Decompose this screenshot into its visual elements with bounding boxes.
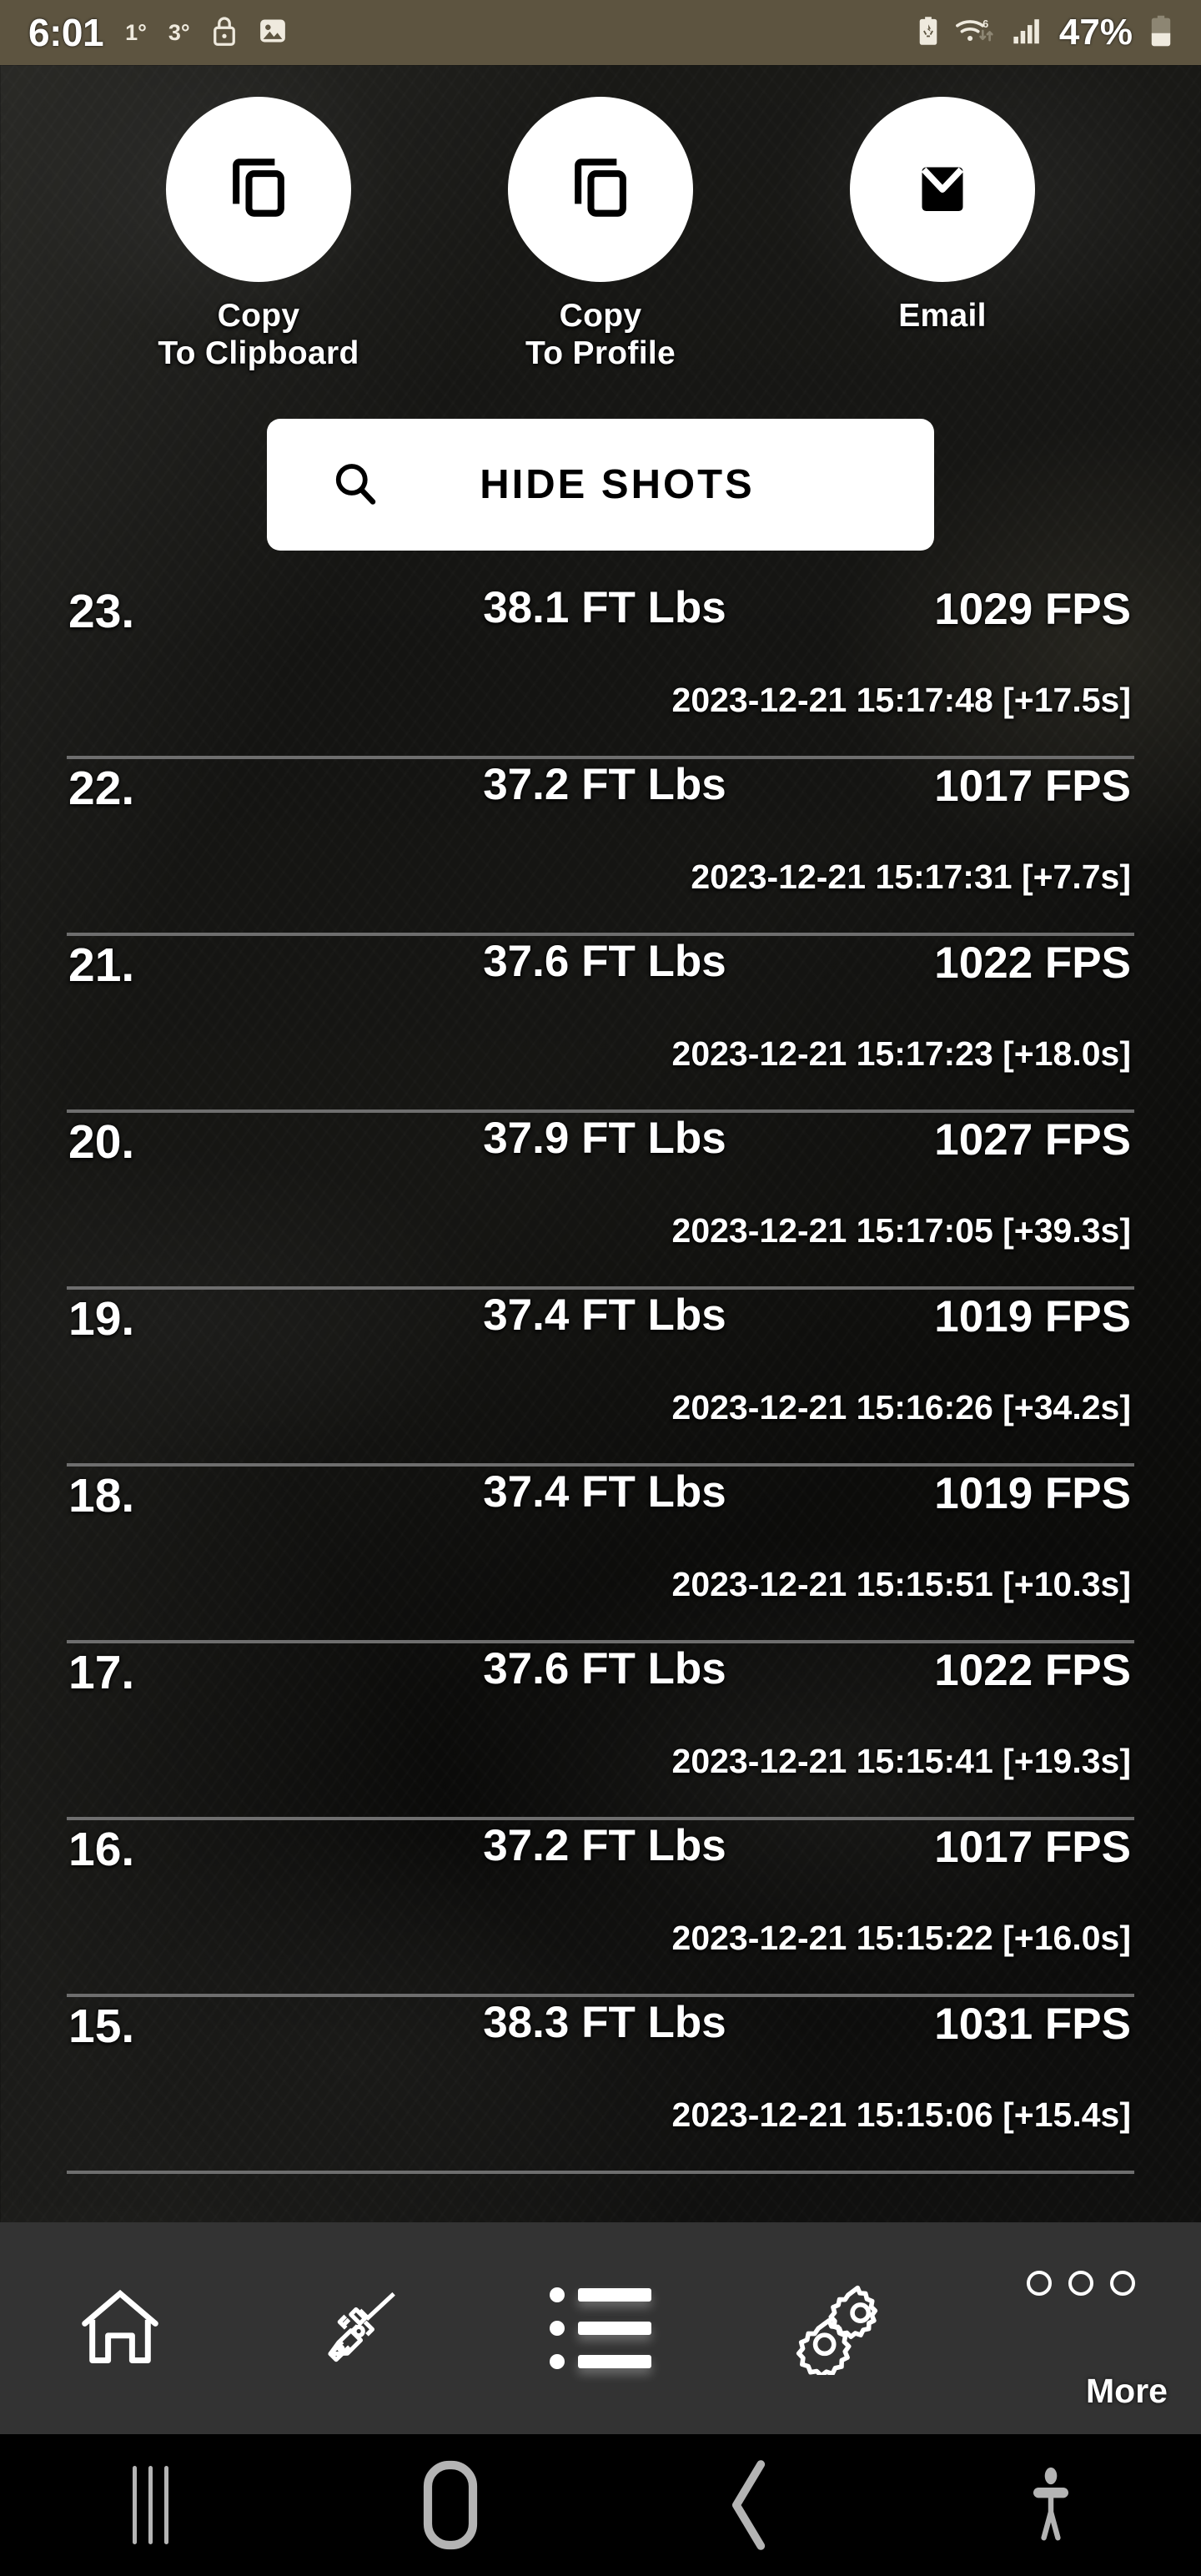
app-root: 6:01 1° 3° 6 47% Copy To Clipboard Copy … xyxy=(0,0,1201,2576)
hide-shots-row: HIDE SHOTS xyxy=(0,419,1201,551)
recents-icon[interactable] xyxy=(0,2466,300,2544)
hide-shots-label: HIDE SHOTS xyxy=(480,462,755,508)
shot-timestamp: 2023-12-21 15:17:48 [+17.5s] xyxy=(671,681,1131,720)
copy-to-profile-button[interactable]: Copy To Profile xyxy=(475,97,726,372)
table-row[interactable]: 19. 37.4 FT Lbs 1019 FPS 2023-12-21 15:1… xyxy=(0,1290,1201,1467)
main-content: Copy To Clipboard Copy To Profile Email … xyxy=(0,65,1201,2276)
copy-to-clipboard-label: Copy To Clipboard xyxy=(158,298,359,372)
shot-speed: 1022 FPS xyxy=(934,938,1131,989)
nav-item-rifle[interactable] xyxy=(240,2222,480,2434)
home-icon[interactable] xyxy=(300,2459,600,2551)
search-icon xyxy=(330,459,380,511)
shot-timestamp: 2023-12-21 15:17:05 [+39.3s] xyxy=(671,1211,1131,1250)
nav-item-list[interactable] xyxy=(480,2222,721,2434)
copy-icon xyxy=(562,149,639,230)
svg-text:6: 6 xyxy=(982,18,988,29)
lock-icon xyxy=(212,16,237,50)
bottom-nav: More xyxy=(0,2222,1201,2434)
nav-item-more[interactable]: More xyxy=(961,2222,1201,2434)
gears-icon xyxy=(792,2278,889,2379)
hide-shots-button[interactable]: HIDE SHOTS xyxy=(267,419,934,551)
status-bar: 6:01 1° 3° 6 47% xyxy=(0,0,1201,65)
shot-speed: 1029 FPS xyxy=(934,585,1131,635)
table-row[interactable]: 17. 37.6 FT Lbs 1022 FPS 2023-12-21 15:1… xyxy=(0,1643,1201,1821)
home-icon xyxy=(75,2282,165,2376)
copy-to-profile-label: Copy To Profile xyxy=(525,298,676,372)
email-circle[interactable] xyxy=(850,97,1035,282)
copy-to-clipboard-circle[interactable] xyxy=(166,97,351,282)
accessibility-icon[interactable] xyxy=(901,2459,1201,2551)
list-icon xyxy=(550,2287,651,2369)
email-label: Email xyxy=(898,298,987,334)
status-temp-current: 1° xyxy=(125,19,147,45)
gallery-icon xyxy=(259,17,287,49)
back-icon[interactable] xyxy=(600,2459,901,2551)
shot-timestamp: 2023-12-21 15:15:06 [+15.4s] xyxy=(671,2096,1131,2135)
table-row[interactable]: 16. 37.2 FT Lbs 1017 FPS 2023-12-21 15:1… xyxy=(0,1820,1201,1998)
system-nav-bar xyxy=(0,2434,1201,2576)
table-row[interactable]: 15. 38.3 FT Lbs 1031 FPS 2023-12-21 15:1… xyxy=(0,1997,1201,2175)
status-bar-right: 6 47% xyxy=(917,12,1173,53)
action-buttons-row: Copy To Clipboard Copy To Profile Email xyxy=(0,65,1201,372)
shot-speed: 1027 FPS xyxy=(934,1115,1131,1165)
shot-timestamp: 2023-12-21 15:15:51 [+10.3s] xyxy=(671,1565,1131,1604)
shot-timestamp: 2023-12-21 15:15:41 [+19.3s] xyxy=(671,1742,1131,1781)
battery-percent-label: 47% xyxy=(1058,12,1133,53)
table-row[interactable]: 20. 37.9 FT Lbs 1027 FPS 2023-12-21 15:1… xyxy=(0,1113,1201,1291)
shot-timestamp: 2023-12-21 15:15:22 [+16.0s] xyxy=(671,1919,1131,1958)
shot-speed: 1017 FPS xyxy=(934,762,1131,812)
copy-to-clipboard-button[interactable]: Copy To Clipboard xyxy=(133,97,384,372)
shot-speed: 1017 FPS xyxy=(934,1823,1131,1873)
envelope-icon xyxy=(907,153,977,227)
shot-timestamp: 2023-12-21 15:16:26 [+34.2s] xyxy=(671,1388,1131,1427)
shot-timestamp: 2023-12-21 15:17:31 [+7.7s] xyxy=(691,858,1131,897)
table-row[interactable]: 21. 37.6 FT Lbs 1022 FPS 2023-12-21 15:1… xyxy=(0,936,1201,1114)
nav-more-label: More xyxy=(1086,2372,1168,2410)
shot-speed: 1019 FPS xyxy=(934,1469,1131,1519)
table-row[interactable]: 23. 38.1 FT Lbs 1029 FPS 2023-12-21 15:1… xyxy=(0,582,1201,760)
copy-to-profile-circle[interactable] xyxy=(508,97,693,282)
shots-list[interactable]: 23. 38.1 FT Lbs 1029 FPS 2023-12-21 15:1… xyxy=(0,582,1201,2175)
shot-speed: 1019 FPS xyxy=(934,1292,1131,1342)
copy-icon xyxy=(220,149,297,230)
status-bar-left: 6:01 1° 3° xyxy=(28,10,287,55)
rifle-scope-icon xyxy=(314,2280,407,2377)
nav-item-settings[interactable] xyxy=(721,2222,961,2434)
shot-timestamp: 2023-12-21 15:17:23 [+18.0s] xyxy=(671,1034,1131,1074)
row-divider xyxy=(67,2171,1134,2175)
status-clock: 6:01 xyxy=(28,11,104,54)
cellular-signal-icon xyxy=(1013,17,1043,49)
table-row[interactable]: 18. 37.4 FT Lbs 1019 FPS 2023-12-21 15:1… xyxy=(0,1467,1201,1644)
table-row[interactable]: 22. 37.2 FT Lbs 1017 FPS 2023-12-21 15:1… xyxy=(0,759,1201,937)
email-button[interactable]: Email xyxy=(817,97,1068,335)
shot-speed: 1022 FPS xyxy=(934,1646,1131,1696)
status-temp-secondary: 3° xyxy=(168,19,190,45)
wifi-6-icon: 6 xyxy=(955,16,996,50)
more-dots-icon xyxy=(1027,2271,1135,2296)
battery-icon xyxy=(1149,14,1173,52)
nav-item-home[interactable] xyxy=(0,2222,240,2434)
shot-speed: 1031 FPS xyxy=(934,2000,1131,2050)
battery-saver-icon xyxy=(917,16,939,50)
